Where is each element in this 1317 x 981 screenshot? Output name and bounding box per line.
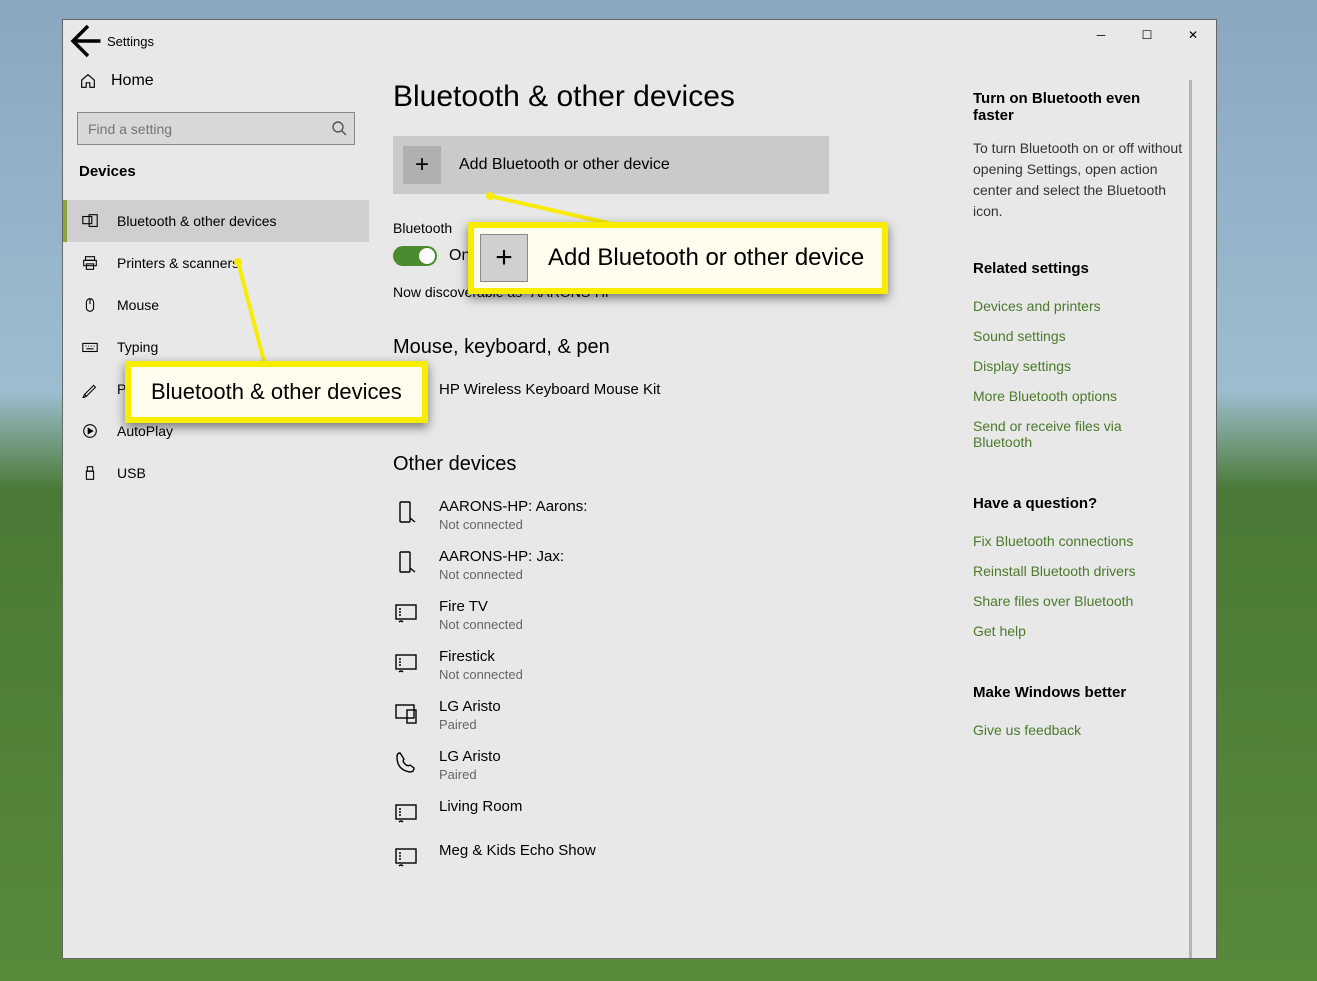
related-heading: Related settings	[973, 260, 1183, 277]
device-row[interactable]: LG Aristo Paired	[393, 740, 963, 790]
link[interactable]: Devices and printers	[973, 291, 1183, 321]
back-button[interactable]	[63, 21, 103, 61]
titlebar: Settings ─ ☐ ✕	[63, 20, 1216, 62]
link[interactable]: Send or receive files via Bluetooth	[973, 411, 1183, 457]
sidebar-item-label: Mouse	[117, 297, 159, 313]
sidebar-item-mouse[interactable]: Mouse	[63, 284, 369, 326]
page-title: Bluetooth & other devices	[393, 80, 963, 114]
sidebar-item-usb[interactable]: USB	[63, 452, 369, 494]
device-status: Not connected	[439, 567, 564, 582]
mouse-keyboard-heading: Mouse, keyboard, & pen	[393, 336, 963, 359]
device-name: LG Aristo	[439, 748, 501, 765]
device-name: Living Room	[439, 798, 522, 815]
pen-icon	[81, 380, 99, 398]
link[interactable]: Share files over Bluetooth	[973, 586, 1183, 616]
link[interactable]: Reinstall Bluetooth drivers	[973, 556, 1183, 586]
plus-icon: +	[403, 146, 441, 184]
sidebar-item-label: Typing	[117, 339, 158, 355]
bluetooth-toggle[interactable]	[393, 246, 437, 266]
device-row[interactable]: AARONS-HP: Jax: Not connected	[393, 540, 963, 590]
device-icon	[393, 550, 419, 576]
sidebar-item-label: USB	[117, 465, 146, 481]
usb-icon	[81, 464, 99, 482]
devices-icon	[81, 212, 99, 230]
home-label: Home	[111, 72, 154, 90]
question-heading: Have a question?	[973, 495, 1183, 512]
device-name: Meg & Kids Echo Show	[439, 842, 596, 859]
device-icon	[393, 800, 419, 826]
close-button[interactable]: ✕	[1170, 20, 1216, 50]
home-link[interactable]: Home	[63, 62, 369, 100]
sidebar-item-label: AutoPlay	[117, 423, 173, 439]
device-row[interactable]: LG Aristo Paired	[393, 690, 963, 740]
mouse-icon	[81, 296, 99, 314]
window-title: Settings	[103, 34, 154, 49]
add-device-button[interactable]: + Add Bluetooth or other device	[393, 136, 829, 194]
home-icon	[79, 72, 97, 90]
device-icon	[393, 600, 419, 626]
autoplay-icon	[81, 422, 99, 440]
callout-add: + Add Bluetooth or other device	[468, 222, 888, 294]
device-row[interactable]: Firestick Not connected	[393, 640, 963, 690]
settings-window: Settings ─ ☐ ✕ Home Devices Bluetooth & …	[62, 19, 1217, 959]
link[interactable]: Fix Bluetooth connections	[973, 526, 1183, 556]
search-container	[77, 112, 355, 145]
link[interactable]: Give us feedback	[973, 715, 1183, 745]
tip-text: To turn Bluetooth on or off without open…	[973, 138, 1183, 222]
tip-heading: Turn on Bluetooth even faster	[973, 90, 1183, 124]
device-status: Not connected	[439, 617, 523, 632]
device-row[interactable]: HP Wireless Keyboard Mouse Kit	[393, 373, 963, 417]
sidebar-item-label: Printers & scanners	[117, 255, 239, 271]
feedback-heading: Make Windows better	[973, 684, 1183, 701]
main-content: Bluetooth & other devices + Add Bluetoot…	[393, 80, 963, 958]
device-status: Paired	[439, 767, 501, 782]
minimize-button[interactable]: ─	[1078, 20, 1124, 50]
device-name: HP Wireless Keyboard Mouse Kit	[439, 381, 660, 398]
other-devices-heading: Other devices	[393, 453, 963, 476]
device-icon	[393, 750, 419, 776]
keyboard-icon	[81, 338, 99, 356]
right-column: Turn on Bluetooth even faster To turn Bl…	[963, 80, 1192, 958]
device-name: AARONS-HP: Aarons:	[439, 498, 587, 515]
device-icon	[393, 500, 419, 526]
link[interactable]: Sound settings	[973, 321, 1183, 351]
link[interactable]: More Bluetooth options	[973, 381, 1183, 411]
maximize-button[interactable]: ☐	[1124, 20, 1170, 50]
sidebar: Home Devices Bluetooth & other devices P…	[63, 62, 369, 958]
callout-nav: Bluetooth & other devices	[125, 361, 428, 423]
device-status: Paired	[439, 717, 501, 732]
device-name: Firestick	[439, 648, 523, 665]
sidebar-item-label: Bluetooth & other devices	[117, 213, 277, 229]
sidebar-section-heading: Devices	[63, 163, 369, 200]
link[interactable]: Get help	[973, 616, 1183, 646]
device-icon	[393, 844, 419, 870]
device-icon	[393, 700, 419, 726]
link[interactable]: Display settings	[973, 351, 1183, 381]
sidebar-item-bluetooth[interactable]: Bluetooth & other devices	[63, 200, 369, 242]
device-name: AARONS-HP: Jax:	[439, 548, 564, 565]
device-name: LG Aristo	[439, 698, 501, 715]
device-status: Not connected	[439, 517, 587, 532]
search-icon	[331, 120, 347, 136]
sidebar-item-printers[interactable]: Printers & scanners	[63, 242, 369, 284]
plus-icon: +	[480, 234, 528, 282]
device-name: Fire TV	[439, 598, 523, 615]
search-input[interactable]	[77, 112, 355, 145]
device-status: Not connected	[439, 667, 523, 682]
device-row[interactable]: Living Room	[393, 790, 963, 834]
device-row[interactable]: Fire TV Not connected	[393, 590, 963, 640]
device-icon	[393, 650, 419, 676]
add-device-label: Add Bluetooth or other device	[459, 156, 670, 174]
device-row[interactable]: Meg & Kids Echo Show	[393, 834, 963, 878]
device-row[interactable]: AARONS-HP: Aarons: Not connected	[393, 490, 963, 540]
printer-icon	[81, 254, 99, 272]
